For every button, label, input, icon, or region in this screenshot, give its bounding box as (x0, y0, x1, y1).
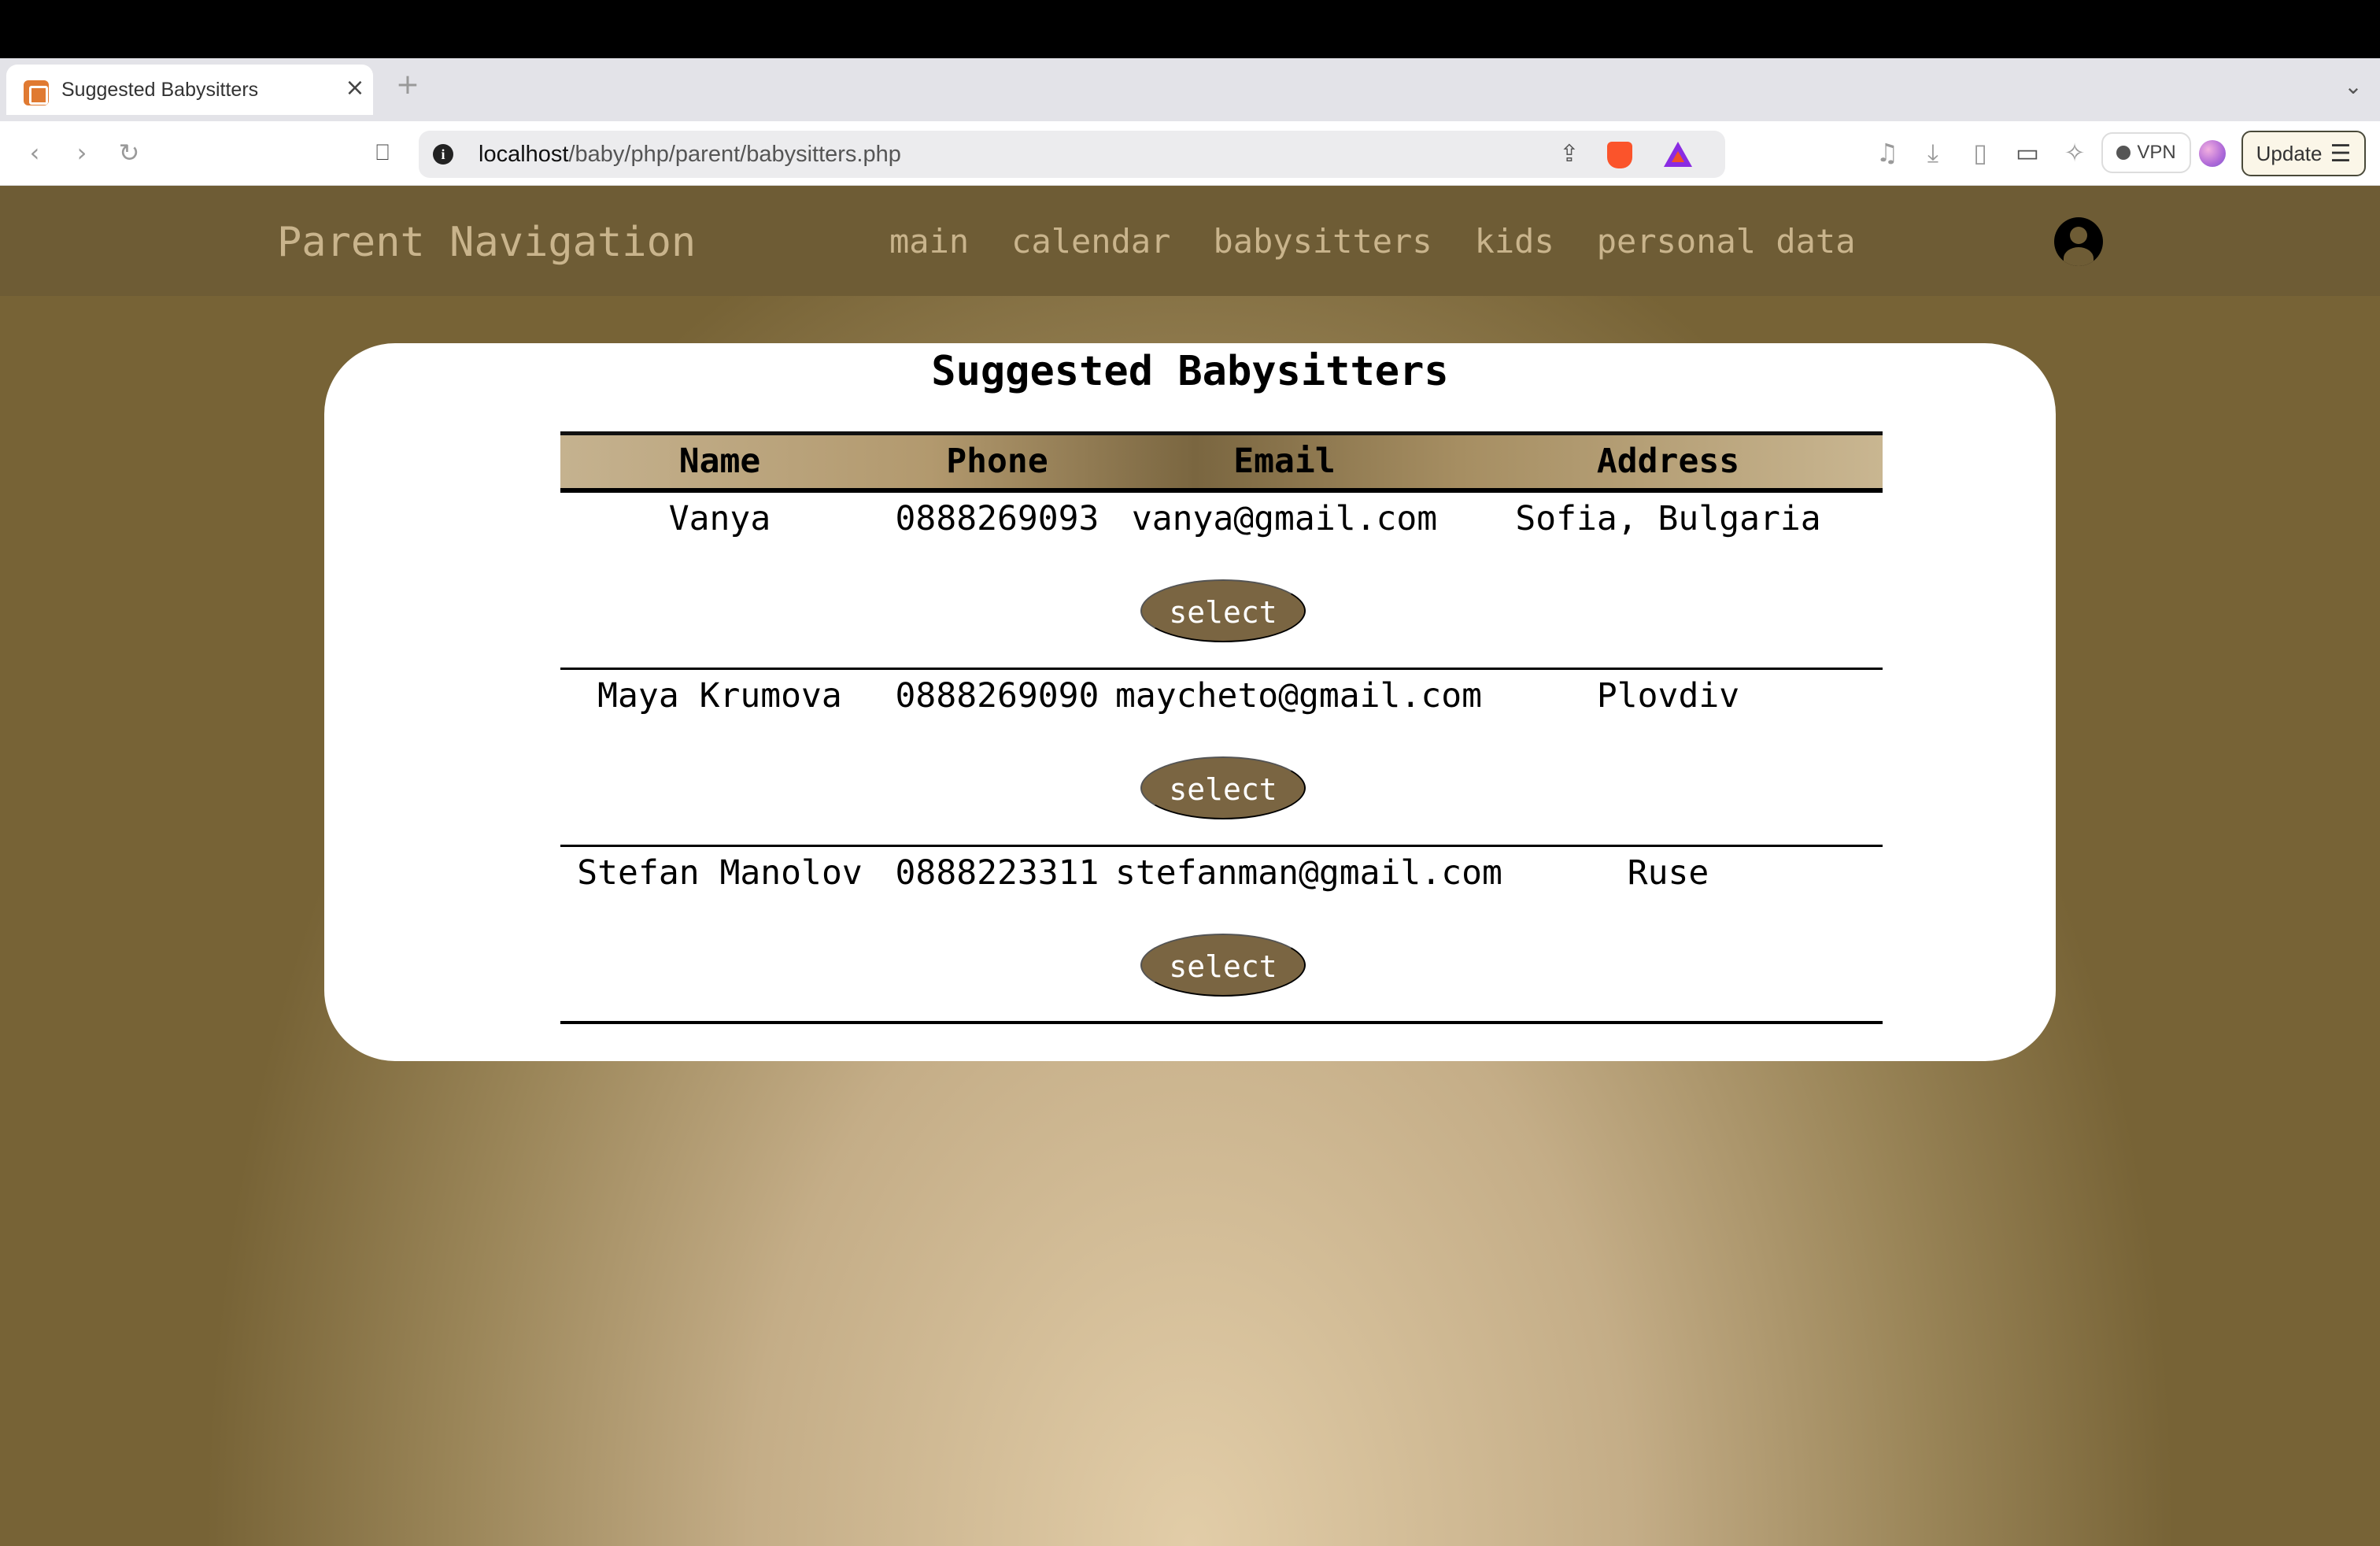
select-button[interactable]: select (1140, 934, 1306, 997)
cell-email: maycheto@gmail.com (1115, 676, 1482, 716)
site-favicon-icon (24, 80, 49, 105)
profile-icon[interactable] (2199, 140, 2226, 167)
cell-address: Sofia, Bulgaria (1515, 499, 1821, 538)
update-button[interactable]: Update ☰ (2241, 131, 2366, 176)
cell-name: Maya Krumova (597, 676, 842, 716)
chevron-down-icon[interactable]: ⌄ (2338, 71, 2369, 102)
column-header-phone: Phone (946, 442, 1048, 481)
cell-email: stefanman@gmail.com (1115, 853, 1502, 893)
cell-phone: 0888223311 (895, 853, 1099, 893)
url-text: localhost/baby/php/parent/babysitters.ph… (479, 142, 901, 168)
nav-link-babysitters[interactable]: babysitters (1213, 222, 1432, 261)
os-menu-bar (0, 0, 2380, 58)
page-viewport: Parent Navigation main calendar babysitt… (0, 186, 2380, 1546)
user-account-icon[interactable] (2054, 217, 2103, 266)
brave-shields-icon[interactable] (1607, 142, 1632, 168)
cell-email: vanya@gmail.com (1131, 499, 1438, 538)
address-bar[interactable]: i localhost/baby/php/parent/babysitters.… (419, 131, 1725, 178)
parent-navbar: Parent Navigation main calendar babysitt… (0, 186, 2380, 296)
column-header-name: Name (678, 442, 761, 481)
vpn-button[interactable]: VPN (2101, 132, 2191, 173)
cell-name: Vanya (668, 499, 771, 538)
sidebar-icon[interactable]: ▯ (1964, 137, 1996, 168)
cell-phone: 0888269093 (895, 499, 1099, 538)
nav-links: main calendar babysitters kids personal … (889, 222, 1856, 261)
wallet-icon[interactable]: ▭ (2012, 137, 2043, 168)
cell-name: Stefan Manolov (577, 853, 863, 893)
update-label: Update (2256, 141, 2323, 165)
tab-strip: Suggested Babysitters × + ⌄ (0, 58, 2380, 121)
nav-link-kids[interactable]: kids (1475, 222, 1554, 261)
download-icon[interactable]: ⤓ (1917, 137, 1949, 168)
new-tab-icon[interactable]: + (394, 69, 422, 101)
vpn-label: VPN (2137, 142, 2176, 163)
babysitters-table: Name Phone Email Address Vanya 088826909… (560, 431, 1883, 1024)
babysitters-card: Suggested Babysitters Name Phone Email A… (324, 343, 2056, 1061)
select-button[interactable]: select (1140, 579, 1306, 642)
browser-tab[interactable]: Suggested Babysitters × (6, 65, 373, 115)
site-info-icon[interactable]: i (433, 144, 453, 165)
page-title: Suggested Babysitters (931, 348, 1449, 395)
cell-address: Plovdiv (1596, 676, 1740, 716)
media-icon[interactable]: ♫ (1872, 137, 1903, 168)
table-row: Vanya 0888269093 vanya@gmail.com Sofia, … (560, 493, 1883, 670)
back-icon[interactable]: ‹ (19, 137, 50, 168)
bookmark-icon[interactable]: ⎕ (367, 137, 398, 168)
column-header-email: Email (1233, 442, 1336, 481)
nav-link-calendar[interactable]: calendar (1011, 222, 1170, 261)
nav-link-personal-data[interactable]: personal data (1597, 222, 1856, 261)
brave-rewards-icon[interactable] (1664, 142, 1692, 167)
tab-title: Suggested Babysitters (61, 79, 259, 101)
leo-ai-icon[interactable]: ✧ (2059, 137, 2090, 168)
table-row: Stefan Manolov 0888223311 stefanman@gmai… (560, 847, 1883, 1024)
table-row: Maya Krumova 0888269090 maycheto@gmail.c… (560, 670, 1883, 847)
cell-address: Ruse (1627, 853, 1709, 893)
cell-phone: 0888269090 (895, 676, 1099, 716)
browser-toolbar: ‹ › ↻ ⎕ i localhost/baby/php/parent/baby… (0, 121, 2380, 186)
nav-link-main[interactable]: main (889, 222, 969, 261)
share-icon[interactable]: ⇪ (1554, 139, 1585, 170)
nav-brand[interactable]: Parent Navigation (277, 219, 696, 266)
close-tab-icon[interactable]: × (342, 74, 368, 102)
url-path: /baby/php/parent/babysitters.php (568, 142, 901, 167)
url-host: localhost (479, 142, 569, 167)
menu-icon: ☰ (2330, 139, 2352, 168)
vpn-status-icon (2116, 146, 2131, 160)
forward-icon[interactable]: › (66, 137, 98, 168)
table-header: Name Phone Email Address (560, 431, 1883, 493)
reload-icon[interactable]: ↻ (113, 137, 145, 168)
select-button[interactable]: select (1140, 756, 1306, 819)
column-header-address: Address (1596, 442, 1740, 481)
